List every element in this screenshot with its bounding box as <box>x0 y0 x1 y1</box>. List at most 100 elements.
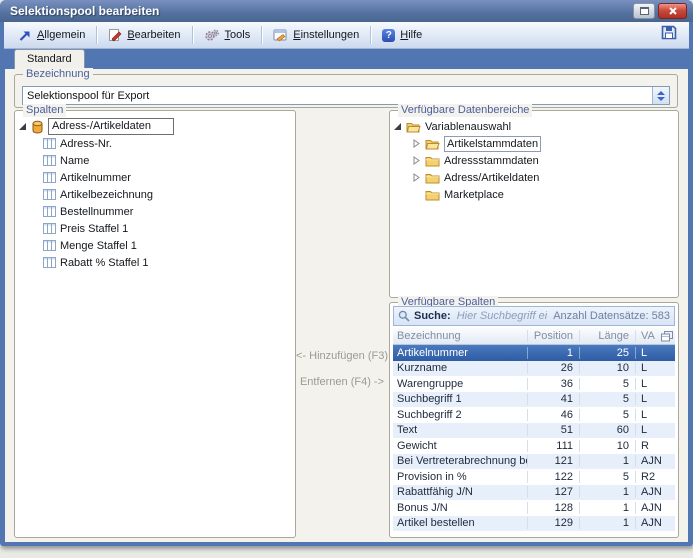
spinner-down-icon <box>657 97 665 101</box>
header-va[interactable]: VA <box>635 330 659 342</box>
bezeichnung-combobox[interactable]: Selektionspool für Export <box>22 86 670 105</box>
tree-item-label: Adress-Nr. <box>60 138 112 150</box>
cell-position: 129 <box>527 517 579 529</box>
tree-row[interactable]: Artikelbezeichnung <box>19 186 291 203</box>
cell-position: 26 <box>527 362 579 374</box>
dialog-window: Selektionspool bearbeiten Allgemein Bear… <box>0 0 693 546</box>
spalten-group: Spalten Adress-/Artikeldaten Adress-Nr. … <box>14 110 296 538</box>
folder-open-icon <box>425 138 440 150</box>
table-row[interactable]: Warengruppe 36 5 L <box>393 376 675 392</box>
tree-row[interactable]: Bestellnummer <box>19 203 291 220</box>
root-name-editbox[interactable]: Adress-/Artikeldaten <box>48 118 174 135</box>
tree-row[interactable]: Name <box>19 152 291 169</box>
cell-bezeichnung: Suchbegriff 1 <box>393 393 527 405</box>
cell-position: 122 <box>527 471 579 483</box>
verfuegbare-spalten-panel: Suche: Anzahl Datensätze: 583 Bezeichnun… <box>390 303 678 537</box>
table-row[interactable]: Provision in % 122 5 R2 <box>393 469 675 485</box>
toolbar-item-tools[interactable]: Tools <box>196 27 259 44</box>
expander-closed-icon[interactable] <box>412 173 421 182</box>
toolbar-item-label: Einstellungen <box>293 29 359 41</box>
toolbar-item-label: Tools <box>225 29 251 41</box>
tree-row[interactable]: Adress/Artikeldaten <box>394 169 674 186</box>
tree-row[interactable]: Artikelstammdaten <box>394 135 674 152</box>
tree-item-label-selected: Artikelstammdaten <box>444 136 541 152</box>
tree-row-root[interactable]: Adress-/Artikeldaten <box>19 118 291 135</box>
table-row[interactable]: Rabattfähig J/N 127 1 AJN <box>393 485 675 501</box>
cell-va: AJN <box>635 455 675 467</box>
column-chooser-icon[interactable] <box>659 331 675 342</box>
folder-icon <box>425 172 440 184</box>
cell-bezeichnung: Artikel bestellen <box>393 517 527 529</box>
table-row[interactable]: Text 51 60 L <box>393 423 675 439</box>
cell-laenge: 5 <box>579 409 635 421</box>
toolbar-separator <box>96 26 97 44</box>
cell-laenge: 10 <box>579 440 635 452</box>
table-row[interactable]: Gewicht 111 10 R <box>393 438 675 454</box>
restore-button[interactable] <box>633 3 655 19</box>
table-header: Bezeichnung Position Länge VA <box>393 328 675 345</box>
expander-open-icon[interactable] <box>394 123 401 130</box>
tree-row[interactable]: Preis Staffel 1 <box>19 220 291 237</box>
close-button[interactable] <box>658 3 687 19</box>
page-edit-icon <box>108 28 122 42</box>
toolbar-separator <box>261 26 262 44</box>
table-row[interactable]: Suchbegriff 1 41 5 L <box>393 392 675 408</box>
header-bezeichnung[interactable]: Bezeichnung <box>393 330 527 342</box>
datenbereiche-group: Verfügbare Datenbereiche Variablenauswah… <box>389 110 679 298</box>
close-icon <box>669 7 677 15</box>
tree-item-label: Bestellnummer <box>60 206 133 218</box>
expander-open-icon[interactable] <box>19 123 26 130</box>
toolbar-separator <box>370 26 371 44</box>
tree-row[interactable]: Artikelnummer <box>19 169 291 186</box>
cell-position: 111 <box>527 440 579 452</box>
search-input[interactable] <box>455 309 550 323</box>
toolbar-item-hilfe[interactable]: ? Hilfe <box>374 27 430 44</box>
add-button[interactable]: <- Hinzufügen (F3) <box>295 350 389 362</box>
window-controls <box>633 3 687 19</box>
gears-icon <box>204 29 220 42</box>
cell-laenge: 25 <box>579 347 635 359</box>
title-bar[interactable]: Selektionspool bearbeiten <box>0 0 693 22</box>
cell-va: R <box>635 440 675 452</box>
remove-button[interactable]: Entfernen (F4) -> <box>295 376 389 388</box>
tree-row[interactable]: Menge Staffel 1 <box>19 237 291 254</box>
save-button[interactable] <box>655 23 683 47</box>
cell-va: L <box>635 378 675 390</box>
table-row[interactable]: Kurzname 26 10 L <box>393 361 675 377</box>
tree-item-label: Artikelbezeichnung <box>60 189 153 201</box>
table-row[interactable]: Artikel bestellen 129 1 AJN <box>393 516 675 532</box>
toolbar-item-einstellungen[interactable]: Einstellungen <box>265 27 367 44</box>
header-laenge[interactable]: Länge <box>579 330 635 342</box>
table-columns-icon <box>43 155 56 166</box>
cell-va: L <box>635 362 675 374</box>
cell-position: 121 <box>527 455 579 467</box>
tree-row[interactable]: Adress-Nr. <box>19 135 291 152</box>
cell-laenge: 1 <box>579 502 635 514</box>
tab-standard[interactable]: Standard <box>14 49 85 69</box>
toolbar-item-label: Allgemein <box>37 29 85 41</box>
toolbar: Allgemein Bearbeiten Tools Einstellungen… <box>4 22 689 49</box>
toolbar-item-allgemein[interactable]: Allgemein <box>10 27 93 44</box>
table-row[interactable]: Bonus J/N 128 1 AJN <box>393 500 675 516</box>
table-row[interactable]: Bei Vertreterabrechnung berücksichtige 1… <box>393 454 675 470</box>
toolbar-item-bearbeiten[interactable]: Bearbeiten <box>100 26 188 44</box>
tree-row[interactable]: Rabatt % Staffel 1 <box>19 254 291 271</box>
tree-row[interactable]: Marketplace <box>394 186 674 203</box>
cell-va: AJN <box>635 502 675 514</box>
tree-row-root[interactable]: Variablenauswahl <box>394 118 674 135</box>
cell-laenge: 5 <box>579 393 635 405</box>
tree-item-label: Adressstammdaten <box>444 155 539 167</box>
combobox-spinner[interactable] <box>652 87 669 104</box>
cell-va: L <box>635 424 675 436</box>
table-row[interactable]: Suchbegriff 2 46 5 L <box>393 407 675 423</box>
search-label: Suche: <box>414 310 451 322</box>
expander-closed-icon[interactable] <box>412 139 421 148</box>
record-count: Anzahl Datensätze: 583 <box>553 310 670 322</box>
table-columns-icon <box>43 206 56 217</box>
table-row[interactable]: Artikelnummer 1 25 L <box>393 345 675 361</box>
header-position[interactable]: Position <box>527 330 579 342</box>
expander-closed-icon[interactable] <box>412 156 421 165</box>
search-icon <box>398 310 410 322</box>
tree-row[interactable]: Adressstammdaten <box>394 152 674 169</box>
window-title: Selektionspool bearbeiten <box>6 4 159 18</box>
